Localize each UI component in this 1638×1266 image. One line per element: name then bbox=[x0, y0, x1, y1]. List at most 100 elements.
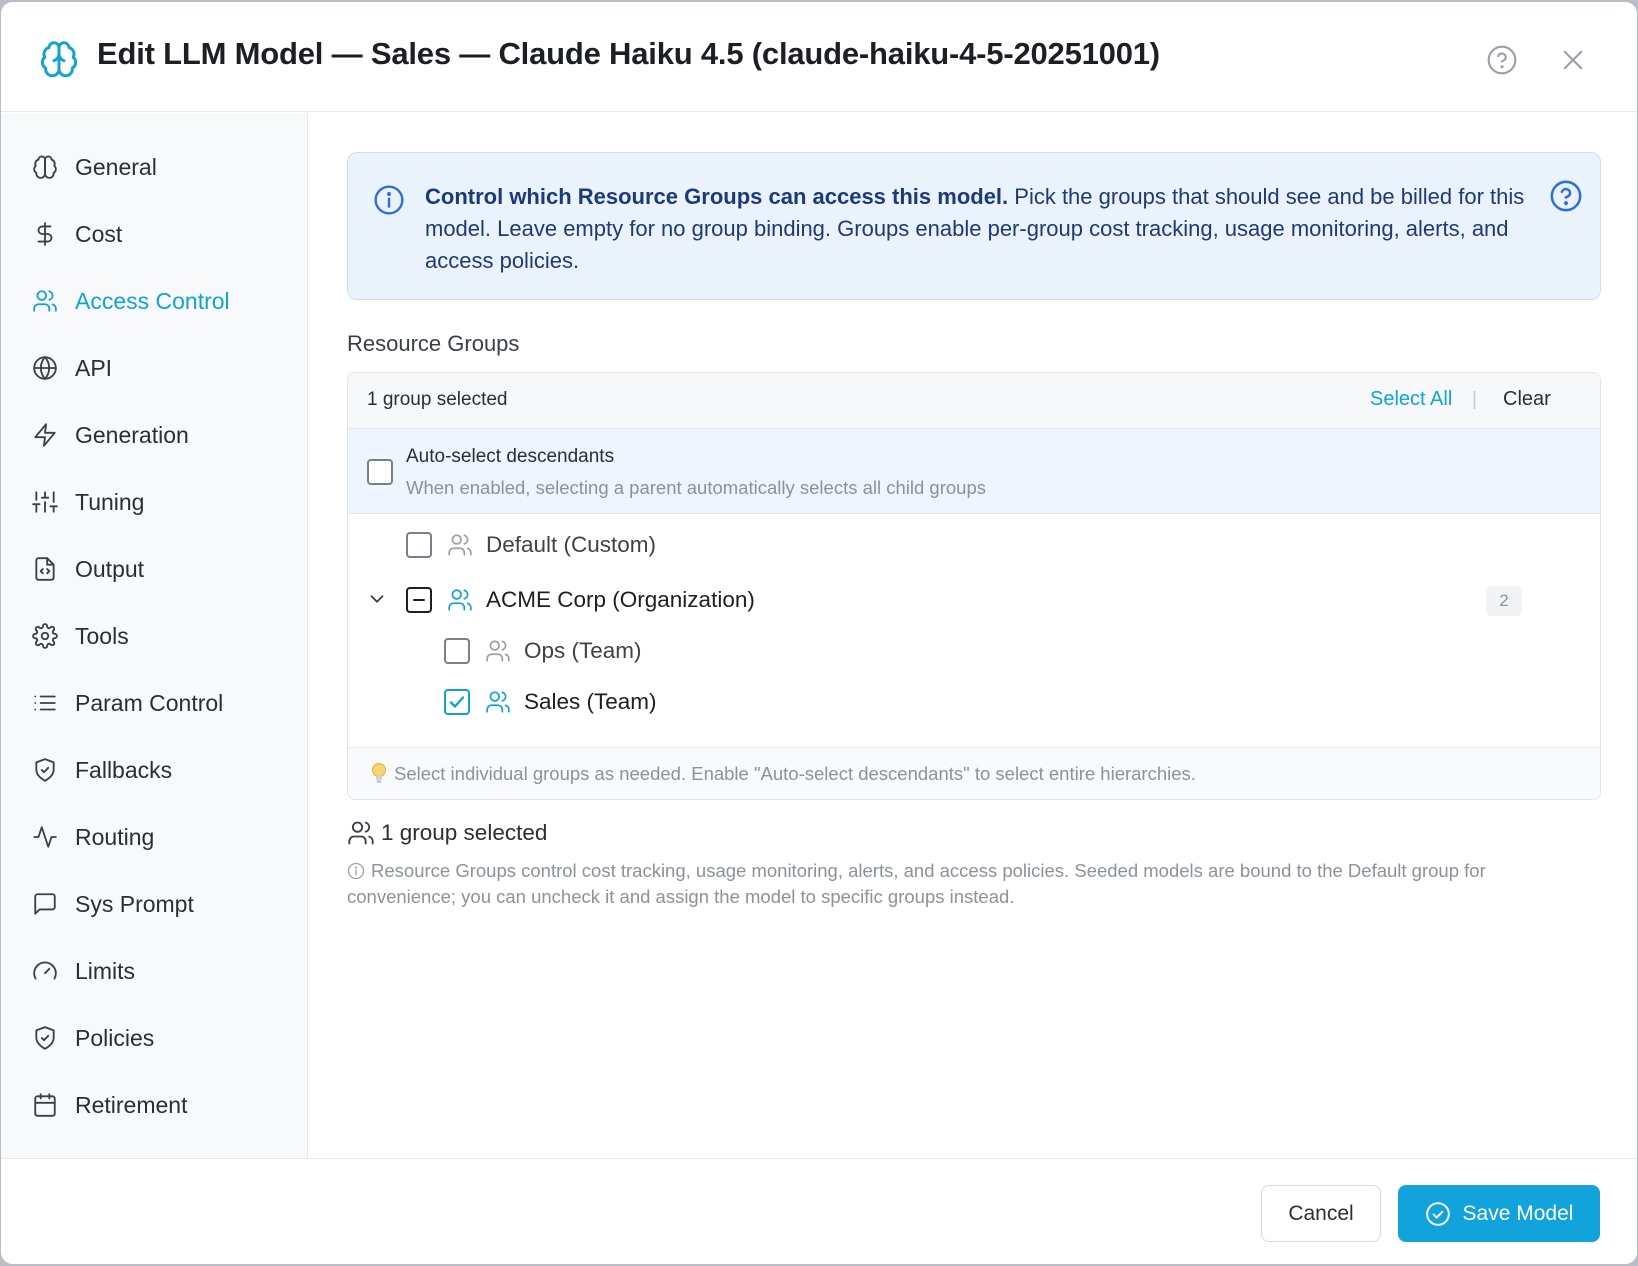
sidebar-item-label: Limits bbox=[75, 957, 136, 984]
gear-icon bbox=[31, 622, 59, 650]
users-icon bbox=[484, 688, 512, 716]
help-note-text: Resource Groups control cost tracking, u… bbox=[347, 860, 1486, 907]
file-code-icon bbox=[31, 555, 59, 583]
sidebar-item-label: Fallbacks bbox=[75, 756, 173, 783]
auto-select-descendants-option: Auto-select descendants When enabled, se… bbox=[348, 429, 1600, 514]
group-label: Ops (Team) bbox=[524, 638, 642, 663]
edit-model-dialog: Edit LLM Model — Sales — Claude Haiku 4.… bbox=[1, 2, 1637, 1264]
sidebar-item-sys-prompt[interactable]: Sys Prompt bbox=[31, 884, 291, 924]
resource-groups-picker: 1 group selected Select All | Clear Auto… bbox=[347, 372, 1601, 800]
sidebar-item-tools[interactable]: Tools bbox=[31, 616, 291, 656]
sliders-icon bbox=[31, 488, 59, 516]
sidebar-item-label: Retirement bbox=[75, 1091, 188, 1118]
group-label: ACME Corp (Organization) bbox=[486, 587, 755, 612]
globe-icon bbox=[31, 354, 59, 382]
group-checkbox-indeterminate[interactable] bbox=[406, 587, 432, 613]
help-circle-icon[interactable] bbox=[1486, 44, 1518, 76]
sidebar-item-retirement[interactable]: Retirement bbox=[31, 1085, 291, 1125]
sidebar-item-label: API bbox=[75, 354, 113, 381]
dollar-icon bbox=[31, 220, 59, 248]
sidebar-item-fallbacks[interactable]: Fallbacks bbox=[31, 750, 291, 790]
help-circle-icon[interactable] bbox=[1549, 179, 1583, 213]
info-icon bbox=[347, 862, 365, 880]
users-icon bbox=[446, 531, 474, 559]
lightbulb-icon bbox=[372, 763, 386, 783]
sidebar-item-label: Routing bbox=[75, 823, 155, 850]
group-checkbox[interactable] bbox=[406, 532, 432, 558]
users-icon bbox=[446, 586, 474, 614]
tree-row-sales: Sales (Team) bbox=[444, 682, 657, 722]
sidebar-item-label: Param Control bbox=[75, 689, 224, 716]
sidebar-item-label: Cost bbox=[75, 220, 123, 247]
dialog-title: Edit LLM Model — Sales — Claude Haiku 4.… bbox=[97, 36, 1160, 71]
users-icon bbox=[348, 821, 374, 845]
help-note: Resource Groups control cost tracking, u… bbox=[347, 858, 1597, 910]
sidebar-item-general[interactable]: General bbox=[31, 147, 291, 187]
group-label: Default (Custom) bbox=[486, 532, 657, 557]
group-checkbox-checked[interactable] bbox=[444, 689, 470, 715]
tip-text: Select individual groups as needed. Enab… bbox=[394, 763, 1196, 784]
group-checkbox[interactable] bbox=[444, 638, 470, 664]
tree-row-default: Default (Custom) bbox=[406, 525, 656, 565]
dialog-footer: Cancel Save Model bbox=[1, 1158, 1637, 1264]
cancel-button[interactable]: Cancel bbox=[1261, 1185, 1381, 1242]
sidebar-item-cost[interactable]: Cost bbox=[31, 214, 291, 254]
users-icon bbox=[31, 287, 59, 315]
list-icon bbox=[31, 689, 59, 717]
sidebar-item-api[interactable]: API bbox=[31, 348, 291, 388]
picker-tip: Select individual groups as needed. Enab… bbox=[348, 747, 1600, 799]
shield-check-icon bbox=[31, 756, 59, 784]
picker-header: 1 group selected Select All | Clear bbox=[348, 373, 1600, 429]
brain-icon bbox=[31, 153, 59, 181]
sidebar-item-label: Policies bbox=[75, 1024, 155, 1051]
gauge-icon bbox=[31, 957, 59, 985]
close-icon[interactable] bbox=[1559, 46, 1587, 74]
divider: | bbox=[1472, 389, 1477, 410]
sidebar-item-access-control[interactable]: Access Control bbox=[31, 281, 291, 321]
sidebar-item-label: Tools bbox=[75, 622, 129, 649]
save-model-label: Save Model bbox=[1462, 1201, 1574, 1225]
sidebar-item-tuning[interactable]: Tuning bbox=[31, 482, 291, 522]
sidebar-item-limits[interactable]: Limits bbox=[31, 951, 291, 991]
sidebar-item-label: Tuning bbox=[75, 488, 145, 515]
sidebar-item-label: Sys Prompt bbox=[75, 890, 194, 917]
info-icon bbox=[374, 185, 404, 215]
tree-row-acme-corp: ACME Corp (Organization) bbox=[406, 580, 755, 620]
selection-summary: 1 group selected bbox=[347, 817, 547, 849]
auto-select-description: When enabled, selecting a parent automat… bbox=[406, 477, 986, 498]
users-icon bbox=[484, 637, 512, 665]
chevron-down-icon[interactable] bbox=[366, 588, 388, 610]
summary-text: 1 group selected bbox=[381, 820, 548, 845]
check-circle-icon bbox=[1425, 1201, 1450, 1226]
sidebar-item-policies[interactable]: Policies bbox=[31, 1018, 291, 1058]
shield-check-icon bbox=[31, 1024, 59, 1052]
info-text: Control which Resource Groups can access… bbox=[425, 181, 1525, 277]
info-callout: Control which Resource Groups can access… bbox=[347, 152, 1601, 300]
dialog-header: Edit LLM Model — Sales — Claude Haiku 4.… bbox=[1, 2, 1637, 112]
clear-button[interactable]: Clear bbox=[1503, 388, 1551, 411]
sidebar-item-label: General bbox=[75, 153, 157, 180]
save-model-button[interactable]: Save Model bbox=[1398, 1185, 1600, 1242]
access-control-panel: Control which Resource Groups can access… bbox=[309, 113, 1637, 1158]
tree-row-ops: Ops (Team) bbox=[444, 631, 642, 671]
sidebar-item-label: Access Control bbox=[75, 287, 230, 314]
auto-select-checkbox[interactable] bbox=[367, 459, 393, 485]
message-square-icon bbox=[31, 890, 59, 918]
select-all-button[interactable]: Select All bbox=[1370, 388, 1452, 411]
sidebar-item-output[interactable]: Output bbox=[31, 549, 291, 589]
sidebar-item-param-control[interactable]: Param Control bbox=[31, 683, 291, 723]
sidebar-item-label: Output bbox=[75, 555, 145, 582]
child-count-badge: 2 bbox=[1486, 586, 1522, 616]
sidebar-item-generation[interactable]: Generation bbox=[31, 415, 291, 455]
info-bold-text: Control which Resource Groups can access… bbox=[425, 184, 1009, 209]
brain-icon bbox=[40, 41, 78, 78]
settings-sidebar: General Cost Access Control API Generati… bbox=[1, 113, 308, 1158]
lightning-icon bbox=[31, 421, 59, 449]
selected-count: 1 group selected bbox=[367, 389, 508, 410]
auto-select-title: Auto-select descendants bbox=[406, 446, 615, 467]
group-label: Sales (Team) bbox=[524, 689, 657, 714]
sidebar-item-routing[interactable]: Routing bbox=[31, 817, 291, 857]
calendar-icon bbox=[31, 1091, 59, 1119]
resource-groups-label: Resource Groups bbox=[347, 331, 520, 356]
activity-icon bbox=[31, 823, 59, 851]
